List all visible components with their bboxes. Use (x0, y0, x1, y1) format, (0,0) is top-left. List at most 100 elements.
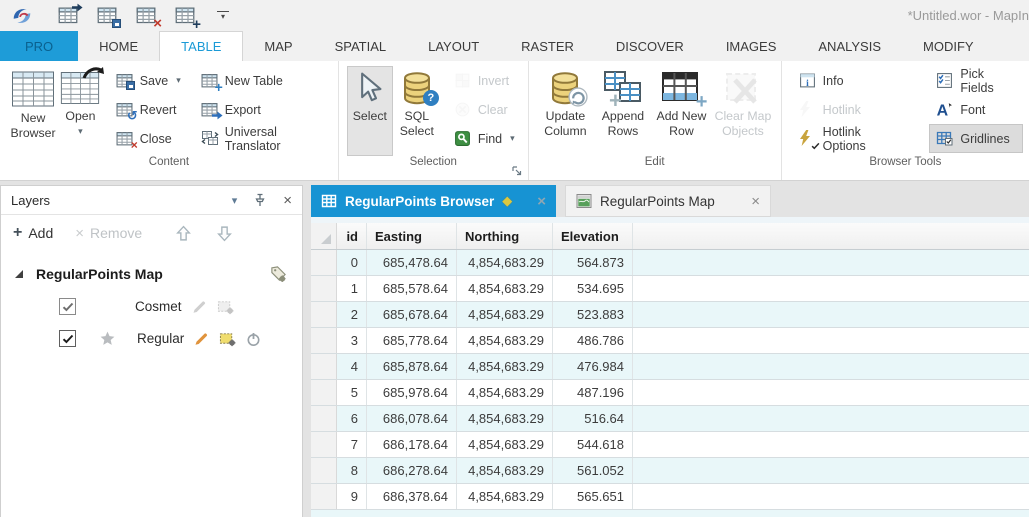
ribbon-tab-table[interactable]: TABLE (159, 31, 244, 61)
ribbon-tab-images[interactable]: IMAGES (705, 31, 798, 61)
close-panel-icon[interactable]: × (283, 193, 292, 208)
cell-northing[interactable]: 4,854,683.29 (457, 458, 553, 483)
find-button[interactable]: Find ▾ (447, 124, 522, 153)
cell-northing[interactable]: 4,854,683.29 (457, 328, 553, 353)
cell-easting[interactable]: 685,978.64 (367, 380, 457, 405)
close-button[interactable]: × Close (109, 124, 188, 153)
ribbon-tab-raster[interactable]: RASTER (500, 31, 595, 61)
document-tab-map[interactable]: RegularPoints Map × (565, 185, 771, 217)
save-table-button[interactable] (97, 5, 121, 28)
gridlines-button[interactable]: Gridlines (929, 124, 1023, 153)
close-tab-icon[interactable]: × (537, 194, 546, 209)
row-selector[interactable] (311, 328, 337, 353)
ribbon-tab-spatial[interactable]: SPATIAL (314, 31, 408, 61)
table-row[interactable]: 5 685,978.64 4,854,683.29 487.196 (311, 380, 1029, 406)
column-header-id[interactable]: id (337, 223, 367, 249)
ribbon-tab-home[interactable]: HOME (78, 31, 159, 61)
selectable-icon[interactable] (217, 299, 234, 315)
pick-fields-button[interactable]: Pick Fields (929, 66, 1023, 95)
table-row[interactable]: 1 685,578.64 4,854,683.29 534.695 (311, 276, 1029, 302)
cell-elevation[interactable]: 487.196 (553, 380, 633, 405)
cell-elevation[interactable]: 476.984 (553, 354, 633, 379)
cell-northing[interactable]: 4,854,683.29 (457, 302, 553, 327)
cell-easting[interactable]: 686,078.64 (367, 406, 457, 431)
cell-easting[interactable]: 685,778.64 (367, 328, 457, 353)
layer-visible-checkbox[interactable] (59, 330, 76, 347)
row-selector[interactable] (311, 250, 337, 275)
cell-id[interactable]: 5 (337, 380, 367, 405)
open-table-button[interactable] (58, 5, 80, 27)
open-button[interactable]: Open ▾ (58, 66, 103, 156)
cell-northing[interactable]: 4,854,683.29 (457, 250, 553, 275)
append-rows-button[interactable]: + Append Rows (594, 66, 652, 156)
cell-northing[interactable]: 4,854,683.29 (457, 432, 553, 457)
cell-northing[interactable]: 4,854,683.29 (457, 354, 553, 379)
row-selector[interactable] (311, 458, 337, 483)
cell-id[interactable]: 6 (337, 406, 367, 431)
hotlink-options-button[interactable]: Hotlink Options (792, 124, 914, 153)
update-column-button[interactable]: Update Column (537, 66, 595, 156)
table-row[interactable]: 4 685,878.64 4,854,683.29 476.984 (311, 354, 1029, 380)
star-icon[interactable] (99, 330, 116, 347)
cell-northing[interactable]: 4,854,683.29 (457, 484, 553, 509)
table-row[interactable]: 8 686,278.64 4,854,683.29 561.052 (311, 458, 1029, 484)
cell-northing[interactable]: 4,854,683.29 (457, 276, 553, 301)
table-row[interactable]: 6 686,078.64 4,854,683.29 516.64 (311, 406, 1029, 432)
cell-elevation[interactable]: 516.64 (553, 406, 633, 431)
table-row[interactable]: 2 685,678.64 4,854,683.29 523.883 (311, 302, 1029, 328)
ribbon-tab-discover[interactable]: DISCOVER (595, 31, 705, 61)
cell-id[interactable]: 3 (337, 328, 367, 353)
cell-easting[interactable]: 685,478.64 (367, 250, 457, 275)
cell-easting[interactable]: 686,378.64 (367, 484, 457, 509)
cell-elevation[interactable]: 523.883 (553, 302, 633, 327)
cell-id[interactable]: 8 (337, 458, 367, 483)
add-new-row-button[interactable]: + Add New Row (652, 66, 712, 156)
selectable-icon[interactable] (219, 331, 236, 347)
document-tab-browser[interactable]: RegularPoints Browser ◆ × (311, 185, 556, 217)
revert-button[interactable]: ↺ Revert (109, 95, 188, 124)
table-row[interactable]: 0 685,478.64 4,854,683.29 564.873 (311, 250, 1029, 276)
customize-quick-access-icon[interactable]: ▾ (217, 10, 229, 21)
layer-row-cosmetic[interactable]: Cosmet (59, 298, 302, 315)
cell-northing[interactable]: 4,854,683.29 (457, 380, 553, 405)
cell-elevation[interactable]: 561.052 (553, 458, 633, 483)
cell-elevation[interactable]: 565.651 (553, 484, 633, 509)
export-button[interactable]: Export (194, 95, 332, 124)
row-selector[interactable] (311, 484, 337, 509)
cell-easting[interactable]: 686,278.64 (367, 458, 457, 483)
sql-select-button[interactable]: ? SQL Select (393, 66, 441, 156)
editable-pencil-icon[interactable] (193, 331, 210, 347)
layer-visible-checkbox[interactable] (59, 298, 76, 315)
cell-elevation[interactable]: 534.695 (553, 276, 633, 301)
cell-elevation[interactable]: 486.786 (553, 328, 633, 353)
select-button[interactable]: Select (346, 66, 393, 156)
column-header-elevation[interactable]: Elevation (553, 223, 633, 249)
close-table-button[interactable]: × (136, 5, 162, 31)
layer-row-regular[interactable]: Regular (59, 330, 302, 347)
column-header-northing[interactable]: Northing (457, 223, 553, 249)
map-group-row[interactable]: RegularPoints Map (15, 265, 302, 283)
row-selector[interactable] (311, 302, 337, 327)
editable-pencil-icon[interactable] (191, 299, 208, 315)
new-table-button[interactable]: + New Table (194, 66, 332, 95)
info-button[interactable]: Info (792, 66, 914, 95)
cell-easting[interactable]: 685,578.64 (367, 276, 457, 301)
cell-id[interactable]: 9 (337, 484, 367, 509)
row-selector[interactable] (311, 354, 337, 379)
new-browser-button[interactable]: New Browser (8, 66, 58, 156)
cell-elevation[interactable]: 544.618 (553, 432, 633, 457)
cell-northing[interactable]: 4,854,683.29 (457, 406, 553, 431)
table-row[interactable]: 7 686,178.64 4,854,683.29 544.618 (311, 432, 1029, 458)
close-tab-icon[interactable]: × (751, 194, 760, 209)
cell-easting[interactable]: 685,678.64 (367, 302, 457, 327)
cell-easting[interactable]: 685,878.64 (367, 354, 457, 379)
cell-elevation[interactable]: 564.873 (553, 250, 633, 275)
map-options-icon[interactable] (269, 265, 288, 283)
row-selector[interactable] (311, 276, 337, 301)
ribbon-tab-modify[interactable]: MODIFY (902, 31, 995, 61)
save-button[interactable]: Save ▾ (109, 66, 188, 95)
column-header-easting[interactable]: Easting (367, 223, 457, 249)
row-selector[interactable] (311, 406, 337, 431)
pin-icon[interactable] (253, 193, 267, 207)
table-row[interactable]: 3 685,778.64 4,854,683.29 486.786 (311, 328, 1029, 354)
